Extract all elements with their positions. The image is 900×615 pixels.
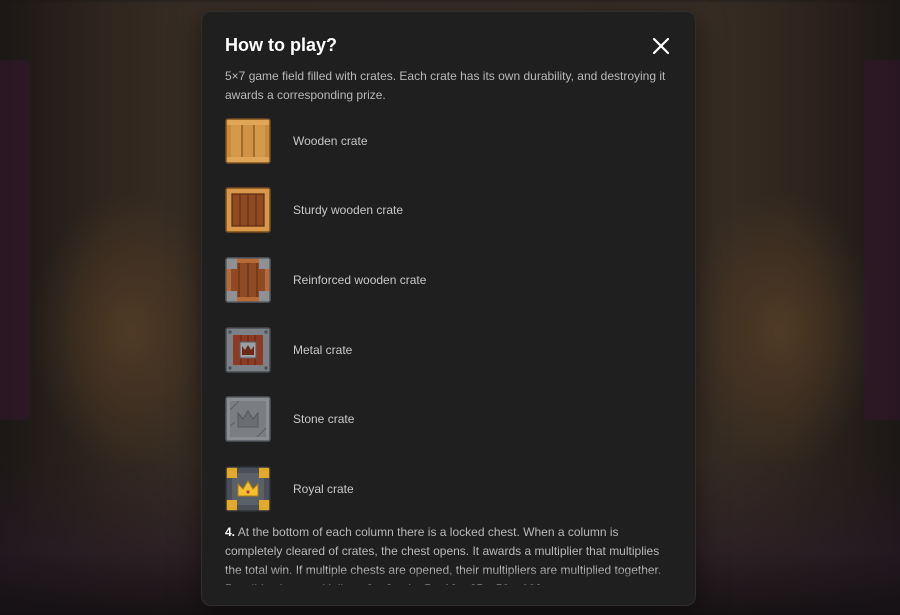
royal-crate-icon: [225, 466, 271, 512]
list-item: Royal crate: [225, 454, 670, 524]
rules-scroll-area[interactable]: 5×7 game field filled with crates. Each …: [225, 67, 670, 585]
crate-label: Sturdy wooden crate: [293, 203, 404, 218]
reinforced-wooden-crate-icon: [225, 257, 271, 303]
list-item: Reinforced wooden crate: [225, 245, 670, 315]
modal-title: How to play?: [225, 35, 337, 55]
rule-number: 4.: [225, 524, 236, 539]
close-button[interactable]: [649, 34, 673, 58]
stone-crate-icon: [225, 396, 271, 442]
intro-text: 5×7 game field filled with crates. Each …: [225, 69, 666, 102]
crate-label: Stone crate: [293, 412, 355, 427]
crate-label: Wooden crate: [293, 133, 368, 148]
how-to-play-modal: How to play? 5×7 game field filled with …: [201, 11, 696, 606]
list-item: Stone crate: [225, 384, 670, 454]
crate-label: Reinforced wooden crate: [293, 272, 427, 287]
metal-crate-icon: [225, 326, 271, 373]
list-item: Wooden crate: [225, 106, 670, 176]
list-item: Sturdy wooden crate: [225, 176, 670, 246]
scroll-fade: [202, 569, 695, 583]
sturdy-wooden-crate-icon: [225, 187, 271, 234]
list-item: Metal crate: [225, 315, 670, 385]
crate-label: Royal crate: [293, 481, 354, 496]
crate-label: Metal crate: [293, 342, 353, 357]
close-icon: [652, 37, 670, 55]
wooden-crate-icon: [225, 118, 271, 164]
crate-list: Wooden crate Sturdy wooden crate Reinfor…: [225, 106, 670, 524]
